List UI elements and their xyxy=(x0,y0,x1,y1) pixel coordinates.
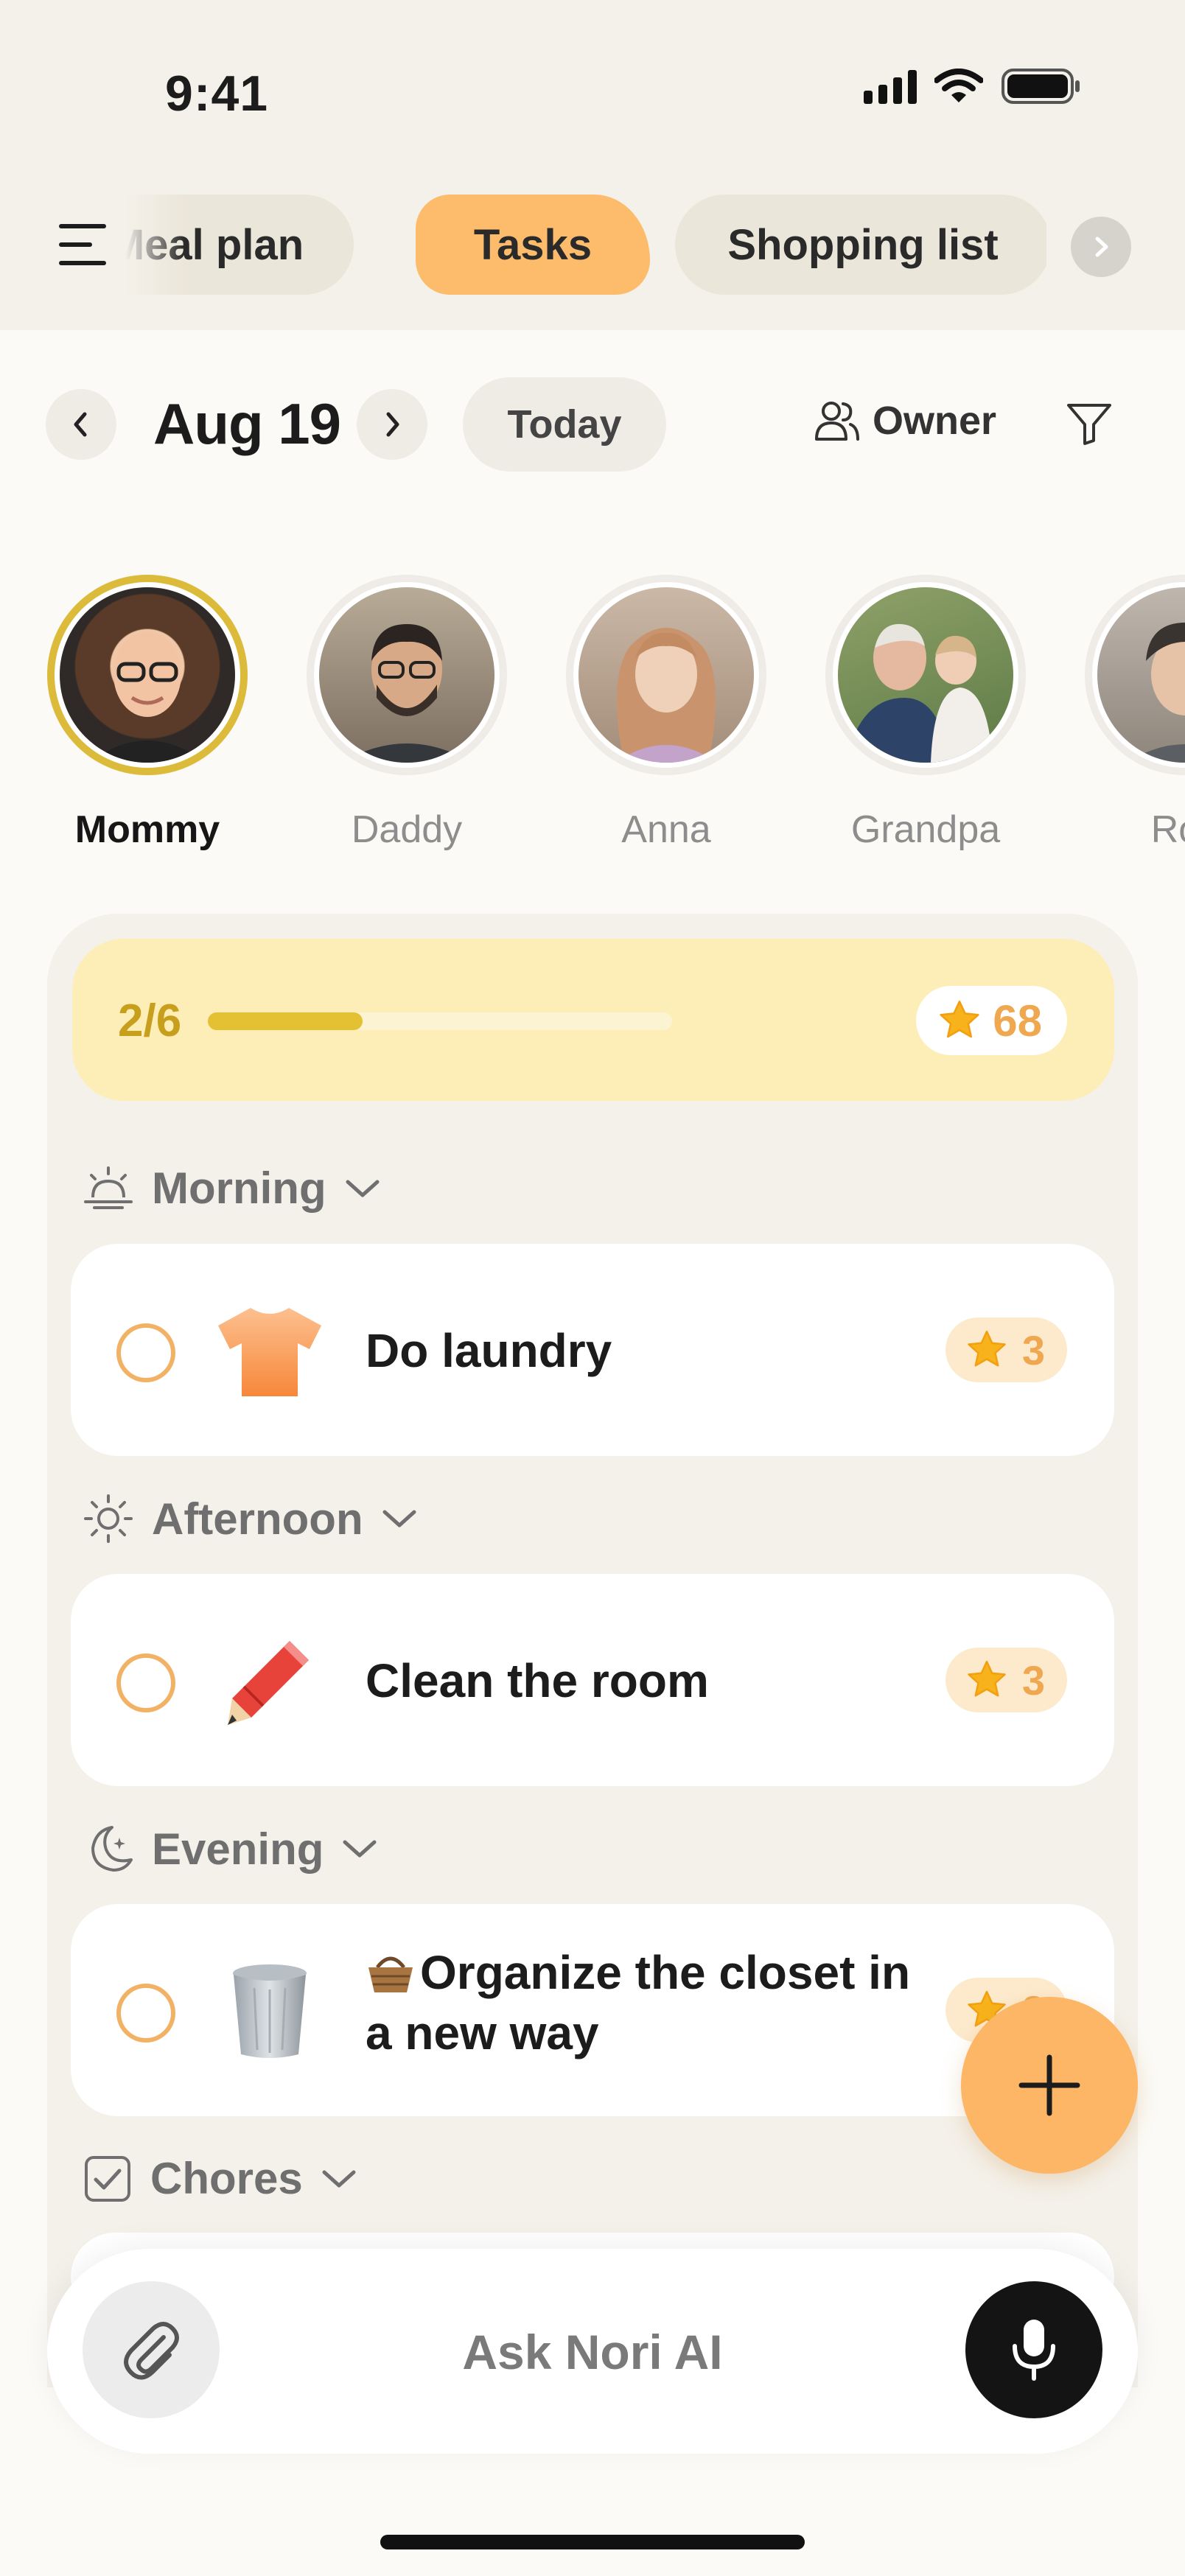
member-mommy[interactable]: Mommy xyxy=(37,575,258,852)
avatar xyxy=(60,587,235,763)
chevron-down-icon xyxy=(322,2170,356,2187)
progress-bar xyxy=(208,1012,672,1030)
member-roc[interactable]: Roc xyxy=(1074,575,1185,852)
member-name: Grandpa xyxy=(850,808,1001,851)
section-label: Evening xyxy=(152,1824,324,1874)
member-daddy[interactable]: Daddy xyxy=(296,575,517,852)
chevron-down-icon xyxy=(343,1840,377,1858)
task-card[interactable]: Do laundry 3 xyxy=(71,1244,1114,1456)
task-points-badge: 3 xyxy=(945,1317,1067,1382)
section-morning[interactable]: Morning xyxy=(83,1163,381,1214)
next-day-button[interactable] xyxy=(357,389,427,460)
tshirt-icon xyxy=(215,1297,324,1406)
star-icon xyxy=(968,1330,1006,1367)
section-afternoon[interactable]: Afternoon xyxy=(83,1493,418,1544)
member-selector: Mommy Daddy Anna Grandpa R xyxy=(0,575,1185,869)
task-points: 3 xyxy=(1021,1656,1045,1704)
basket-icon xyxy=(368,1956,413,1992)
tab-tasks[interactable]: Tasks xyxy=(416,195,650,295)
member-anna[interactable]: Anna xyxy=(556,575,777,852)
section-label: Chores xyxy=(150,2154,303,2203)
chevron-left-icon xyxy=(74,412,87,437)
prev-day-button[interactable] xyxy=(46,389,116,460)
sunrise-icon xyxy=(84,1166,133,1209)
star-icon xyxy=(940,1000,979,1038)
member-name: Anna xyxy=(621,808,711,851)
avatar-ring xyxy=(566,575,766,775)
task-card[interactable]: Clean the room 3 xyxy=(71,1574,1114,1786)
home-indicator xyxy=(380,2535,805,2549)
tab-meal-plan[interactable]: Meal plan xyxy=(125,195,354,295)
owner-button[interactable]: Owner xyxy=(814,398,996,444)
tabs-bar: Meal plan Tasks Shopping list xyxy=(125,193,1046,296)
people-icon xyxy=(815,402,859,441)
today-button[interactable]: Today xyxy=(463,377,666,472)
pencil-icon xyxy=(215,1627,324,1736)
task-checkbox[interactable] xyxy=(116,1323,175,1382)
avatar-ring xyxy=(47,575,248,775)
microphone-button[interactable] xyxy=(965,2281,1102,2418)
tab-shopping-list[interactable]: Shopping list xyxy=(675,195,1046,295)
checkbox-icon xyxy=(85,2155,130,2202)
filter-icon xyxy=(1067,404,1111,445)
progress-card: 2/6 68 xyxy=(72,939,1114,1101)
task-title: Clean the room xyxy=(366,1654,709,1707)
progress-label: 2/6 xyxy=(118,995,182,1046)
member-name: Daddy xyxy=(351,808,463,851)
total-points-badge: 68 xyxy=(916,986,1067,1055)
member-grandpa[interactable]: Grandpa xyxy=(815,575,1036,852)
avatar-ring xyxy=(307,575,507,775)
task-checkbox[interactable] xyxy=(116,1653,175,1712)
chevron-right-icon xyxy=(1095,237,1108,257)
task-points-badge: 3 xyxy=(945,1648,1067,1712)
member-name: Mommy xyxy=(74,808,220,851)
battery-icon xyxy=(1002,69,1080,104)
status-time: 9:41 xyxy=(165,66,269,122)
section-chores[interactable]: Chores xyxy=(83,2153,357,2204)
task-checkbox[interactable] xyxy=(116,1984,175,2043)
sun-icon xyxy=(84,1494,133,1543)
member-name: Roc xyxy=(1150,808,1185,851)
owner-label: Owner xyxy=(873,399,997,443)
filter-button[interactable] xyxy=(1066,401,1113,450)
task-title: Do laundry xyxy=(366,1324,612,1377)
avatar xyxy=(1097,587,1185,763)
task-card[interactable]: Organize the closet in a new way 3 xyxy=(71,1904,1114,2116)
chevron-right-icon xyxy=(386,412,399,437)
avatar xyxy=(578,587,754,763)
star-icon xyxy=(968,1660,1006,1697)
chevron-down-icon xyxy=(382,1510,416,1527)
task-title-line-1: Organize the closet in xyxy=(420,1946,911,1999)
chevron-down-icon xyxy=(346,1180,380,1197)
progress-fill xyxy=(208,1012,363,1030)
status-icons xyxy=(864,68,1082,105)
current-date: Aug 19 xyxy=(153,391,341,456)
section-evening[interactable]: Evening xyxy=(83,1823,378,1875)
microphone-icon xyxy=(1013,2320,1055,2381)
total-points: 68 xyxy=(993,995,1042,1046)
avatar-ring xyxy=(1085,575,1185,775)
section-label: Morning xyxy=(152,1163,326,1213)
task-points: 3 xyxy=(1021,1326,1045,1373)
cellular-signal-icon xyxy=(864,69,917,104)
avatar xyxy=(838,587,1013,763)
avatar-ring xyxy=(825,575,1026,775)
tabs-next-button[interactable] xyxy=(1071,217,1131,277)
task-title-line-2: a new way xyxy=(366,2006,599,2059)
wifi-icon xyxy=(934,69,983,102)
moon-icon xyxy=(91,1826,133,1872)
plus-icon xyxy=(1018,2054,1080,2116)
trash-can-icon xyxy=(215,1957,324,2066)
avatar xyxy=(319,587,494,763)
add-task-button[interactable] xyxy=(961,1997,1138,2174)
section-label: Afternoon xyxy=(152,1494,363,1544)
task-title: Organize the closet in a new way xyxy=(366,1942,910,2063)
ask-ai-bar: Ask Nori AI xyxy=(47,2249,1138,2454)
menu-icon[interactable] xyxy=(53,221,112,268)
